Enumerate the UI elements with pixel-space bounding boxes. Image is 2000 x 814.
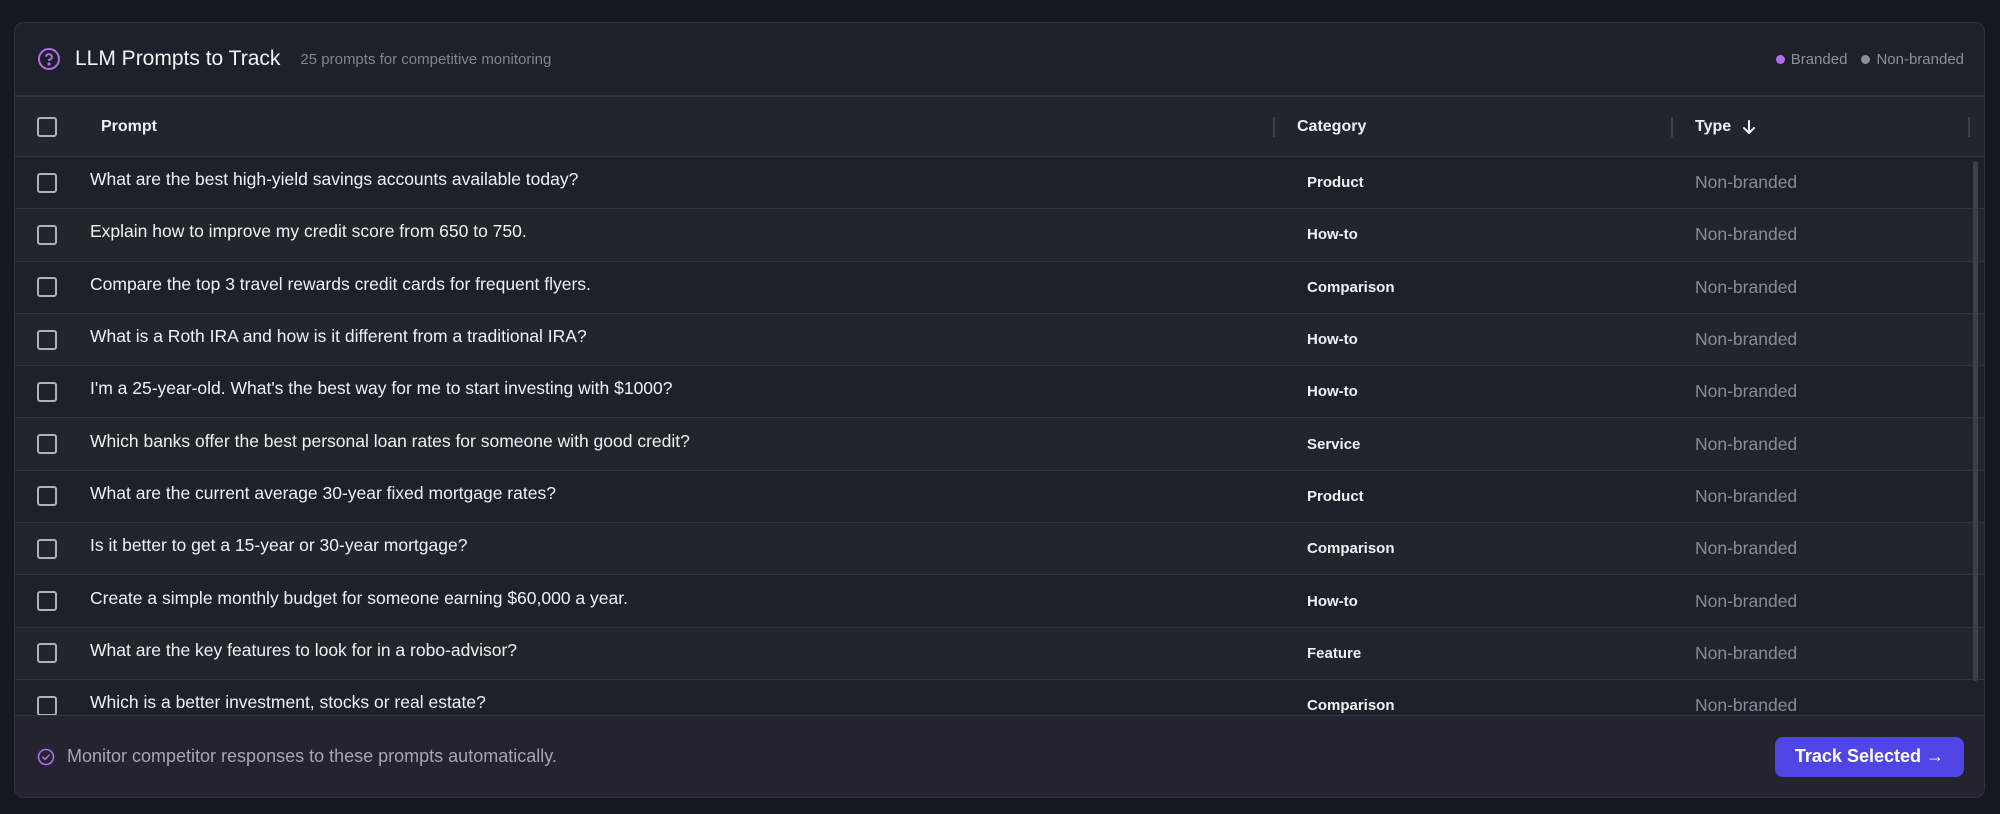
table-row[interactable]: What are the best high-yield savings acc… [15,157,1984,210]
select-all-checkbox[interactable] [37,117,57,137]
category-label: Product [1307,174,1364,192]
type-label: Non-branded [1695,381,1798,402]
row-checkbox[interactable] [37,643,57,664]
row-checkbox[interactable] [37,538,57,559]
select-all-cell [37,97,57,157]
legend-non-branded-label: Non-branded [1876,50,1964,68]
row-checkbox[interactable] [37,277,57,298]
table-row[interactable]: I'm a 25-year-old. What's the best way f… [15,366,1984,419]
row-checkbox-cell [37,262,57,313]
row-checkbox-cell [37,523,57,574]
row-checkbox[interactable] [37,224,57,245]
row-checkbox-cell [37,471,57,522]
column-resizer[interactable] [1671,117,1673,137]
check-circle-icon [37,748,55,766]
type-label: Non-branded [1695,485,1798,506]
table-header: Prompt Category Type [15,97,1984,157]
row-checkbox-cell [37,366,57,417]
row-checkbox[interactable] [37,591,57,612]
column-header-type-label: Type [1695,118,1732,135]
row-checkbox-cell [37,209,57,260]
row-checkbox-cell [37,157,57,208]
row-checkbox[interactable] [37,381,57,402]
column-resizer[interactable] [1273,117,1275,137]
row-checkbox[interactable] [37,486,57,507]
type-legend: Branded Non-branded [1775,50,1964,68]
table-row[interactable]: Compare the top 3 travel rewards credit … [15,261,1984,314]
table-row[interactable]: What are the current average 30-year fix… [15,470,1984,524]
table-body: What are the best high-yield savings acc… [15,157,1984,733]
type-label: Non-branded [1695,433,1798,454]
column-header-prompt[interactable]: Prompt [101,97,157,157]
prompt-text: What are the best high-yield savings acc… [90,169,579,190]
prompt-text: Create a simple monthly budget for someo… [90,587,628,608]
legend-branded-label: Branded [1790,50,1848,68]
panel-footer: Monitor competitor responses to these pr… [15,715,1984,797]
row-checkbox-cell [37,314,57,365]
legend-non-branded: Non-branded [1861,51,1964,68]
prompt-text: Explain how to improve my credit score f… [90,221,527,242]
legend-branded: Branded [1775,50,1848,68]
category-label: Service [1307,435,1361,453]
category-label: How-to [1307,592,1358,610]
category-label: How-to [1307,226,1358,244]
table-row[interactable]: Create a simple monthly budget for someo… [15,575,1984,628]
prompt-text: Which banks offer the best personal loan… [90,430,690,451]
row-checkbox-cell [37,418,57,469]
category-label: Product [1307,487,1364,505]
type-label: Non-branded [1695,538,1798,559]
prompt-text: Is it better to get a 15-year or 30-year… [90,535,468,556]
arrow-down-icon [1741,119,1757,135]
row-checkbox[interactable] [37,695,57,716]
category-label: How-to [1307,383,1358,401]
category-label: How-to [1307,331,1358,349]
row-checkbox[interactable] [37,329,57,350]
table-row[interactable]: Is it better to get a 15-year or 30-year… [15,523,1984,576]
table-row[interactable]: Explain how to improve my credit score f… [15,209,1984,262]
category-label: Comparison [1307,278,1395,296]
prompts-table: Prompt Category Type What are the best h… [15,95,1984,740]
prompt-text: What is a Roth IRA and how is it differe… [90,326,587,347]
scrollbar-thumb[interactable] [1973,161,1978,681]
track-selected-button[interactable]: Track Selected → [1774,736,1964,777]
type-label: Non-branded [1695,224,1798,245]
category-label: Comparison [1307,540,1395,558]
row-checkbox[interactable] [37,434,57,455]
type-label: Non-branded [1695,642,1798,663]
table-row[interactable]: What are the key features to look for in… [15,627,1984,680]
footer-message: Monitor competitor responses to these pr… [67,746,557,766]
prompt-text: Compare the top 3 travel rewards credit … [90,273,591,294]
column-header-category[interactable]: Category [1297,97,1366,157]
question-circle-icon [37,47,61,71]
table-row[interactable]: Which banks offer the best personal loan… [15,418,1984,471]
type-label: Non-branded [1695,590,1798,611]
type-label: Non-branded [1695,172,1798,193]
prompt-text: What are the key features to look for in… [90,639,518,660]
category-label: Feature [1307,644,1362,662]
non-branded-dot-icon [1861,54,1871,64]
row-checkbox[interactable] [37,172,57,193]
panel-subtitle: 25 prompts for competitive monitoring [300,50,552,68]
branded-dot-icon [1775,54,1785,64]
prompts-panel: LLM Prompts to Track 25 prompts for comp… [14,22,1985,798]
column-resizer[interactable] [1968,117,1970,137]
column-header-type[interactable]: Type [1695,97,1757,157]
type-label: Non-branded [1695,276,1798,297]
row-checkbox-cell [37,575,57,626]
table-row[interactable]: What is a Roth IRA and how is it differe… [15,313,1984,367]
prompt-text: What are the current average 30-year fix… [90,482,556,503]
row-checkbox-cell [37,628,57,679]
panel-header: LLM Prompts to Track 25 prompts for comp… [15,23,1984,95]
type-label: Non-branded [1695,329,1798,350]
prompt-text: I'm a 25-year-old. What's the best way f… [90,378,673,399]
panel-title: LLM Prompts to Track [75,47,281,70]
